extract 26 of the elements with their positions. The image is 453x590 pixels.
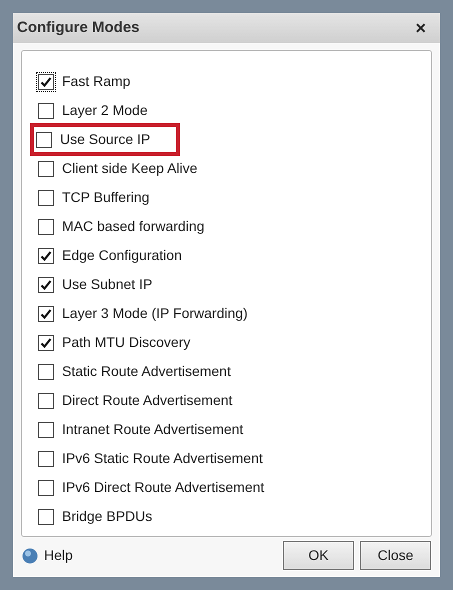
checkmark-icon [40,308,52,320]
mode-checkbox[interactable]: Fast Ramp [36,69,132,94]
close-button[interactable]: × [405,14,436,42]
mode-checkbox[interactable]: IPv6 Static Route Advertisement [36,446,265,471]
mode-checkbox[interactable]: Path MTU Discovery [36,330,192,355]
mode-checkbox[interactable]: Edge Configuration [36,243,184,268]
dialog-button[interactable]: OK [283,541,354,570]
mode-checkbox[interactable]: Direct Route Advertisement [36,388,234,413]
mode-checkbox[interactable]: Layer 3 Mode (IP Forwarding) [36,301,250,326]
mode-checkbox[interactable]: IPv6 Direct Route Advertisement [36,475,266,500]
mode-checkbox[interactable]: Intranet Route Advertisement [36,417,246,442]
mode-checkbox[interactable]: TCP Buffering [36,185,152,210]
checkmark-icon [40,278,52,290]
mode-checkbox[interactable]: Bridge BPDUs [36,504,154,529]
mode-checkbox[interactable]: Client side Keep Alive [36,156,200,181]
checkmark-icon [40,76,52,88]
dialog-button[interactable]: Close [360,541,431,570]
mode-checkbox[interactable]: Layer 2 Mode [36,98,150,123]
mode-checkbox[interactable]: Static Route Advertisement [36,359,233,384]
mode-checkbox[interactable]: MAC based forwarding [36,214,206,239]
help-link[interactable]: Help [44,545,73,566]
help-icon [22,548,38,564]
window-title: Configure Modes [17,18,140,38]
checkmark-icon [40,250,52,262]
checkmark-icon [40,336,52,348]
mode-checkbox[interactable]: Use Subnet IP [36,272,154,297]
